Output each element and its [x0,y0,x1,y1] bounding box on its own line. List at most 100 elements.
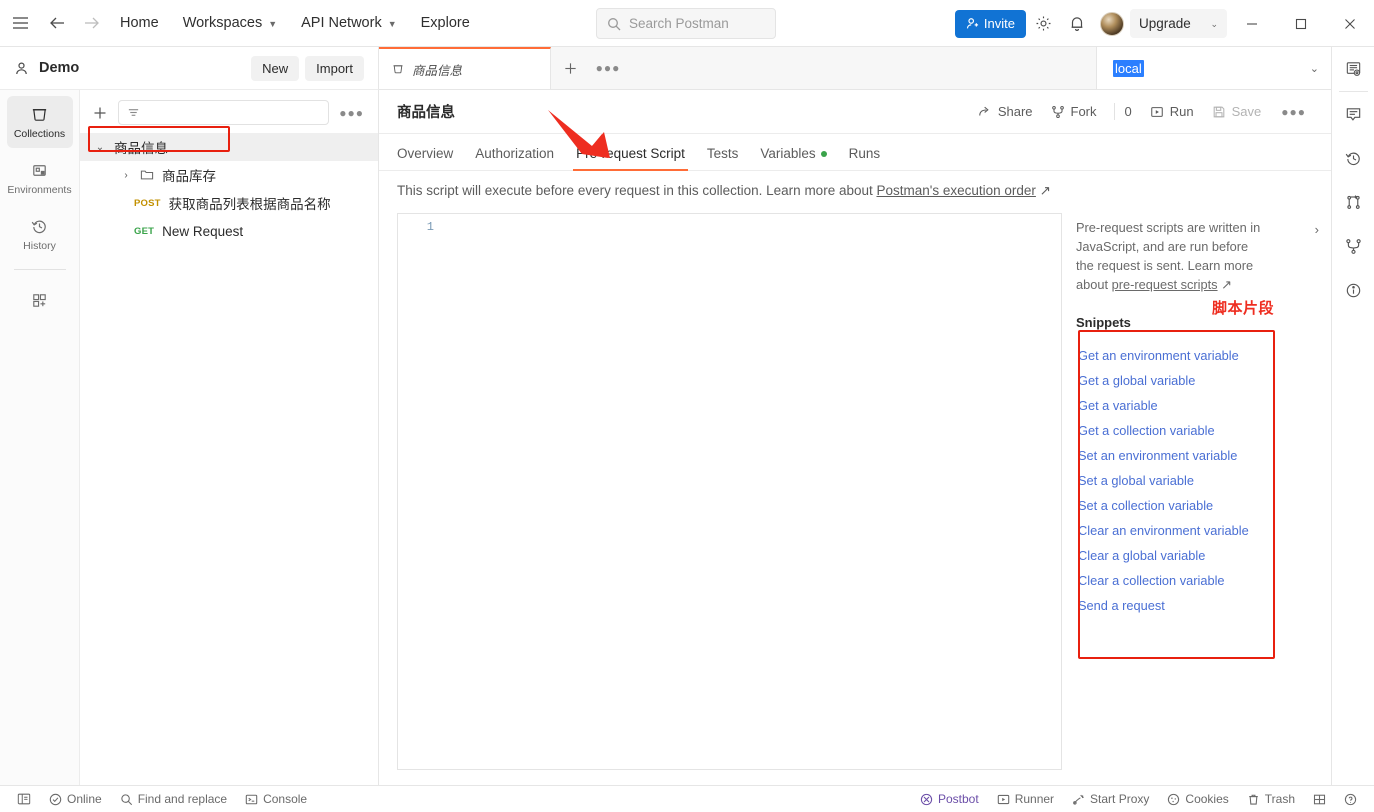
status-bar: Online Find and replace Console Postbot … [0,785,1374,812]
snippet-item[interactable]: Clear a global variable [1076,543,1331,568]
nav-home[interactable]: Home [108,0,171,47]
start-proxy-button[interactable]: Start Proxy [1063,786,1158,812]
new-button[interactable]: New [251,55,300,81]
share-button[interactable]: Share [969,99,1042,124]
nav-explore[interactable]: Explore [409,0,482,47]
notifications-button[interactable] [1060,7,1094,41]
sidebar-toggle-icon [17,792,31,806]
add-apps-icon [30,291,49,310]
sidebar-item-environments[interactable]: Environments [7,152,73,204]
help-button[interactable] [1335,786,1366,812]
tab-more-button[interactable]: ●●● [589,47,627,89]
invite-label: Invite [983,16,1015,31]
environment-selector[interactable]: local ⌄ [1096,47,1331,89]
status-bar-right-group: Postbot Runner Start Proxy Cookies Trash [911,786,1366,812]
sidebar-item-collections[interactable]: Collections [6,96,73,148]
tree-item-request[interactable]: GET New Request [80,217,378,245]
left-rail: Collections Environments History [0,90,80,785]
script-editor[interactable]: 1 [397,213,1062,770]
tab-variables[interactable]: Variables [749,146,837,170]
tree-item-label: 获取商品列表根据商品名称 [168,197,331,212]
hamburger-icon [12,16,29,30]
snippet-item[interactable]: Get a global variable [1076,368,1331,393]
sidebar-filter-input[interactable] [118,100,330,125]
chevron-right-icon[interactable]: › [120,170,132,181]
upgrade-button[interactable]: Upgrade ⌄ [1130,9,1227,38]
snippet-item[interactable]: Set an environment variable [1076,443,1331,468]
create-new-button[interactable] [92,105,110,121]
save-button[interactable]: Save [1203,99,1271,124]
console-button[interactable]: Console [236,786,316,812]
collapse-help-pane-button[interactable]: › [1315,222,1319,237]
environment-quick-look-button[interactable] [1332,47,1374,91]
tab-overview[interactable]: Overview [397,146,464,170]
window-close-button[interactable] [1325,0,1374,47]
runner-button[interactable]: Runner [988,786,1063,812]
editor-content[interactable] [442,214,1061,769]
new-tab-button[interactable] [551,47,589,89]
trash-button[interactable]: Trash [1238,786,1304,812]
import-button[interactable]: Import [305,55,364,81]
info-button[interactable] [1332,268,1374,312]
snippets-list: Get an environment variable Get a global … [1076,343,1331,618]
right-rail [1331,47,1374,785]
tree-item-request[interactable]: POST 获取商品列表根据商品名称 [80,189,378,217]
workspace-actions: New Import [251,55,364,81]
snippet-item[interactable]: Get an environment variable [1076,343,1331,368]
snippet-item[interactable]: Set a global variable [1076,468,1331,493]
settings-button[interactable] [1026,7,1060,41]
comments-button[interactable] [1332,92,1374,136]
tree-item-folder[interactable]: › 商品库存 [80,161,378,189]
snippet-item[interactable]: Set a collection variable [1076,493,1331,518]
online-status[interactable]: Online [40,786,111,812]
nav-workspaces[interactable]: Workspaces ▼ [171,0,289,47]
nav-api-network[interactable]: API Network ▼ [289,0,409,47]
search-icon [120,793,133,806]
snippet-item[interactable]: Send a request [1076,593,1331,618]
chevron-down-icon: ⌄ [1309,62,1319,75]
avatar[interactable] [1100,11,1124,36]
pre-request-scripts-link[interactable]: pre-request scripts [1112,277,1218,292]
layout-toggle-button[interactable] [1304,786,1335,812]
run-button[interactable]: Run [1141,99,1203,124]
sidebar-item-history[interactable]: History [7,208,73,260]
find-and-replace-button[interactable]: Find and replace [111,786,236,812]
tab-runs[interactable]: Runs [838,146,892,170]
window-minimize-button[interactable] [1227,0,1276,47]
search-input[interactable]: Search Postman [596,8,776,39]
tab-tests[interactable]: Tests [696,146,750,170]
snippet-item[interactable]: Get a variable [1076,393,1331,418]
changelog-button[interactable] [1332,180,1374,224]
execution-order-link[interactable]: Postman's execution order [876,183,1035,198]
invite-button[interactable]: Invite [954,9,1026,38]
fork-button[interactable]: Fork [1042,99,1106,124]
chevron-down-icon[interactable]: ⌄ [94,142,106,153]
history-panel-button[interactable] [1332,136,1374,180]
hamburger-menu-button[interactable] [0,16,40,30]
nav-home-label: Home [120,15,159,31]
forward-button[interactable] [74,16,108,30]
snippet-item[interactable]: Get a collection variable [1076,418,1331,443]
sidebar-toolbar: ●●● [80,90,378,133]
sidebar-more-button[interactable]: ●●● [337,106,366,120]
fork-count: 0 [1124,104,1132,119]
postbot-button[interactable]: Postbot [911,786,988,812]
back-button[interactable] [40,16,74,30]
fork-panel-button[interactable] [1332,224,1374,268]
modified-indicator-dot [820,151,827,158]
snippets-title: Snippets [1076,315,1131,330]
sidebar-toggle-button[interactable] [8,786,40,812]
cookies-label: Cookies [1185,792,1229,806]
tab-authorization[interactable]: Authorization [464,146,565,170]
snippet-item[interactable]: Clear a collection variable [1076,568,1331,593]
external-link-icon: ↗ [1221,277,1232,292]
cookies-button[interactable]: Cookies [1158,786,1237,812]
tab-pre-request-script[interactable]: Pre-request Script [565,146,696,171]
snippet-item[interactable]: Clear an environment variable [1076,518,1331,543]
divider [1113,103,1115,120]
tab-collection-open[interactable]: 商品信息 [379,47,551,89]
window-maximize-button[interactable] [1276,0,1325,47]
collection-more-button[interactable]: ●●● [1270,100,1317,124]
add-apps-button[interactable] [7,282,73,318]
tree-item-collection[interactable]: ⌄ 商品信息 [80,133,378,161]
